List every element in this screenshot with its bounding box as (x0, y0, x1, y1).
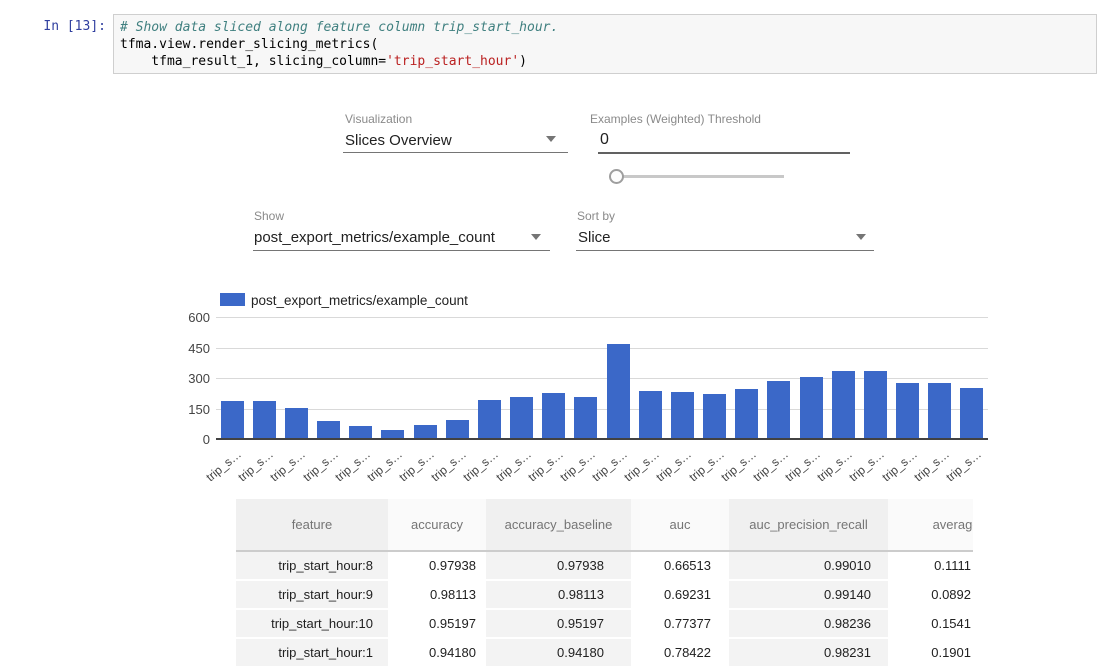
metrics-table: featureaccuracyaccuracy_baselineaucauc_p… (236, 499, 973, 668)
metric-cell: 0.1901 (888, 638, 973, 667)
bar[interactable] (574, 397, 597, 439)
bar[interactable] (735, 389, 758, 439)
legend-swatch (220, 293, 245, 306)
show-metric-dropdown[interactable]: post_export_metrics/example_count (254, 229, 495, 246)
table-row: trip_start_hour:100.951970.951970.773770… (236, 609, 973, 638)
metric-cell: 0.95197 (388, 609, 486, 638)
metric-cell: 0.1111 (888, 551, 973, 580)
y-tick-label: 150 (170, 402, 210, 417)
bar[interactable] (317, 421, 340, 439)
bar[interactable] (864, 371, 887, 439)
metric-cell: 0.98236 (729, 609, 888, 638)
bar[interactable] (767, 381, 790, 439)
bar[interactable] (542, 393, 565, 439)
column-header[interactable]: auc_precision_recall (729, 499, 888, 551)
metric-cell: 0.95197 (486, 609, 631, 638)
bar[interactable] (414, 425, 437, 439)
gridline (216, 348, 988, 349)
code-line-3: tfma_result_1, slicing_column='trip_star… (120, 53, 1090, 70)
bar[interactable] (446, 420, 469, 439)
table-row: trip_start_hour:80.979380.979380.665130.… (236, 551, 973, 580)
metrics-table-container: featureaccuracyaccuracy_baselineaucauc_p… (236, 499, 973, 668)
y-tick-label: 450 (170, 341, 210, 356)
bar[interactable] (896, 383, 919, 439)
show-underline (253, 250, 550, 251)
bar[interactable] (832, 371, 855, 439)
x-axis-baseline (216, 438, 988, 440)
threshold-slider-handle[interactable] (609, 169, 624, 184)
visualization-underline (343, 152, 568, 153)
metric-cell: 0.97938 (486, 551, 631, 580)
column-header[interactable]: average_los (888, 499, 973, 551)
bar[interactable] (510, 397, 533, 439)
cell-input-prompt: In [13]: (28, 19, 106, 34)
feature-cell: trip_start_hour:10 (236, 609, 388, 638)
chevron-down-icon[interactable] (531, 234, 541, 240)
threshold-underline (598, 152, 850, 154)
code-cell[interactable]: # Show data sliced along feature column … (113, 14, 1097, 74)
visualization-label: Visualization (345, 112, 412, 126)
metric-cell: 0.99140 (729, 580, 888, 609)
code-line-2: tfma.view.render_slicing_metrics( (120, 36, 1090, 53)
metric-cell: 0.98231 (729, 638, 888, 667)
visualization-dropdown[interactable]: Slices Overview (345, 132, 452, 149)
y-tick-label: 0 (170, 432, 210, 447)
bar[interactable] (928, 383, 951, 439)
table-header-row: featureaccuracyaccuracy_baselineaucauc_p… (236, 499, 973, 551)
y-tick-label: 600 (170, 310, 210, 325)
sort-underline (576, 250, 874, 251)
table-row: trip_start_hour:10.941800.941800.784220.… (236, 638, 973, 667)
bar[interactable] (800, 377, 823, 439)
bar[interactable] (639, 391, 662, 439)
metric-cell: 0.0892 (888, 580, 973, 609)
metric-cell: 0.98113 (388, 580, 486, 609)
legend-label: post_export_metrics/example_count (251, 293, 468, 308)
metric-cell: 0.78422 (631, 638, 729, 667)
metric-cell: 0.69231 (631, 580, 729, 609)
show-label: Show (254, 209, 284, 223)
column-header[interactable]: accuracy_baseline (486, 499, 631, 551)
metric-cell: 0.94180 (486, 638, 631, 667)
feature-cell: trip_start_hour:1 (236, 638, 388, 667)
bar[interactable] (671, 392, 694, 439)
y-tick-label: 300 (170, 371, 210, 386)
code-comment: # Show data sliced along feature column … (120, 19, 1090, 36)
threshold-slider-track[interactable] (617, 175, 784, 178)
bar[interactable] (253, 401, 276, 439)
column-header[interactable]: auc (631, 499, 729, 551)
metric-cell: 0.94180 (388, 638, 486, 667)
column-header[interactable]: accuracy (388, 499, 486, 551)
threshold-input[interactable]: 0 (600, 131, 609, 149)
metric-cell: 0.97938 (388, 551, 486, 580)
threshold-label: Examples (Weighted) Threshold (590, 112, 761, 126)
chevron-down-icon[interactable] (546, 136, 556, 142)
code-string-literal: 'trip_start_hour' (386, 54, 519, 69)
metric-cell: 0.98113 (486, 580, 631, 609)
metric-cell: 0.99010 (729, 551, 888, 580)
column-header[interactable]: feature (236, 499, 388, 551)
table-row: trip_start_hour:90.981130.981130.692310.… (236, 580, 973, 609)
feature-cell: trip_start_hour:9 (236, 580, 388, 609)
bar[interactable] (960, 388, 983, 439)
chevron-down-icon[interactable] (856, 234, 866, 240)
bar[interactable] (285, 408, 308, 439)
bar[interactable] (607, 344, 630, 439)
metric-cell: 0.1541 (888, 609, 973, 638)
metric-cell: 0.66513 (631, 551, 729, 580)
bar[interactable] (221, 401, 244, 439)
feature-cell: trip_start_hour:8 (236, 551, 388, 580)
gridline (216, 317, 988, 318)
bar[interactable] (478, 400, 501, 439)
sort-by-label: Sort by (577, 209, 615, 223)
bar[interactable] (703, 394, 726, 439)
sort-by-dropdown[interactable]: Slice (578, 229, 611, 246)
metric-cell: 0.77377 (631, 609, 729, 638)
